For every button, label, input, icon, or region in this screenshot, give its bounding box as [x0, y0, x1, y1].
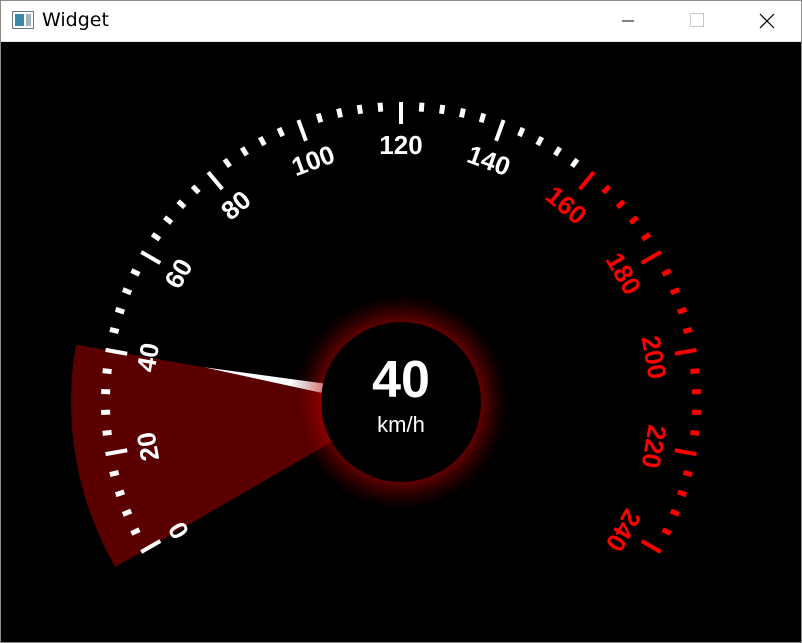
major-tick [296, 119, 308, 142]
minor-tick [239, 146, 249, 157]
minor-tick [640, 232, 652, 242]
minor-tick [130, 268, 141, 277]
minor-tick [459, 108, 466, 118]
major-tick [640, 539, 662, 554]
minor-tick [690, 429, 700, 436]
minor-tick [682, 326, 693, 335]
minor-tick [439, 104, 446, 115]
major-tick [578, 170, 596, 191]
minor-tick [130, 527, 141, 536]
minor-tick [356, 104, 363, 115]
major-tick [206, 170, 224, 191]
scale-label: 200 [636, 333, 673, 381]
title-bar[interactable]: Widget [1, 1, 801, 42]
minor-tick [669, 287, 681, 296]
minor-tick [102, 429, 112, 436]
minor-tick [222, 157, 232, 169]
minor-tick [276, 126, 285, 138]
scale-label: 180 [600, 247, 648, 300]
minor-tick [121, 508, 133, 517]
scale-label: 60 [158, 253, 198, 293]
speed-readout: 40 [372, 351, 430, 409]
minor-tick [257, 135, 267, 147]
minor-tick [114, 489, 126, 498]
major-tick [140, 250, 162, 265]
minor-tick [669, 508, 681, 517]
minor-tick [676, 489, 688, 498]
scale-label: 160 [540, 180, 593, 231]
major-tick [640, 250, 662, 265]
minor-tick [377, 102, 384, 112]
minor-tick [102, 368, 112, 375]
major-tick [494, 119, 506, 142]
minor-tick [676, 306, 688, 315]
minor-tick [615, 199, 626, 210]
major-tick [674, 347, 697, 356]
minor-tick [109, 469, 120, 478]
minor-tick [661, 527, 672, 536]
minimize-icon [622, 20, 634, 22]
maximize-icon [690, 13, 704, 27]
close-button[interactable] [742, 1, 788, 41]
minor-tick [478, 112, 487, 123]
minor-tick [176, 199, 187, 210]
minor-tick [315, 112, 324, 123]
scale-label: 100 [288, 139, 339, 182]
speedometer-gauge: 020406080100 120 140160180200220240 40 km/… [70, 102, 701, 567]
minor-tick [553, 146, 563, 157]
scale-label: 220 [636, 423, 673, 471]
app-window: Widget 0 20 40 60 80 100 120 140 160 180… [0, 0, 802, 643]
minor-tick [163, 215, 174, 225]
minor-tick [109, 326, 120, 335]
speed-unit: km/h [377, 412, 425, 437]
minor-tick [418, 102, 425, 112]
minimize-button[interactable] [605, 1, 651, 41]
minor-tick [628, 215, 639, 225]
minor-tick [517, 126, 526, 138]
minor-tick [114, 306, 126, 315]
minor-tick [336, 108, 343, 118]
scale-label: 20 [131, 430, 166, 464]
minor-tick [121, 287, 133, 296]
speedometer-area: 0 20 40 60 80 100 120 140 160 180 200 220 240 40 km/… [1, 42, 801, 642]
minor-tick [690, 368, 700, 375]
major-tick [674, 448, 697, 457]
scale-label: 40 [131, 341, 166, 375]
minor-tick [570, 157, 580, 169]
minor-tick [535, 135, 545, 147]
scale-label: 140 [463, 139, 514, 182]
window-title: Widget [42, 9, 109, 31]
minor-tick [190, 184, 201, 195]
close-icon [759, 13, 775, 29]
minor-tick [661, 268, 672, 277]
maximize-button[interactable] [673, 1, 719, 41]
minor-tick [601, 184, 612, 195]
app-icon [12, 11, 34, 29]
scale-label: 240 [600, 504, 648, 557]
minor-tick [150, 232, 162, 242]
scale-label: 80 [215, 184, 256, 226]
scale-label: 120 [379, 130, 422, 160]
minor-tick [682, 469, 693, 478]
